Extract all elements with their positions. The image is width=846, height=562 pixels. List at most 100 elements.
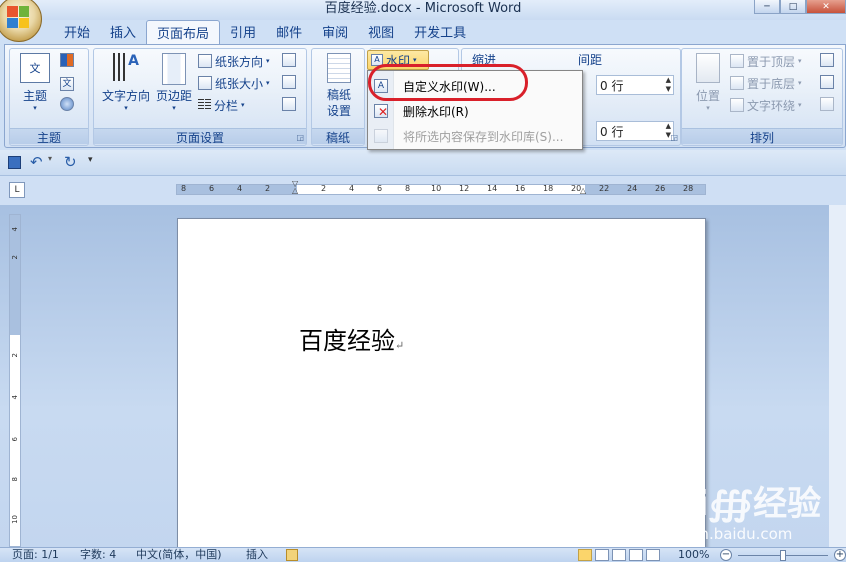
orientation-label: 纸张方向 [215, 54, 264, 69]
maximize-button[interactable]: □ [780, 0, 806, 14]
macro-record-icon[interactable] [286, 549, 298, 561]
arrange-group: 位置 ▾ 置于顶层 ▾ 置于底层 ▾ 文字环绕 ▾ 排列 [681, 48, 843, 146]
margins-label: 页边距 [155, 89, 192, 103]
draft-settings-label-2: 设置 [326, 104, 351, 118]
ruler-tick: 10 [431, 184, 442, 193]
horizontal-ruler[interactable]: 8 6 4 2 2 4 6 8 10 12 14 16 18 20 22 24 … [176, 184, 706, 195]
theme-effects-button[interactable] [60, 97, 74, 114]
undo-icon[interactable]: ↶ [30, 153, 43, 171]
ruler-tick: 18 [543, 184, 554, 193]
vertical-ruler[interactable]: 4 2 2 4 6 8 10 [9, 214, 21, 547]
tab-page-layout[interactable]: 页面布局 [146, 20, 221, 44]
tab-references[interactable]: 引用 [220, 20, 266, 44]
send-to-back-icon [730, 76, 744, 90]
title-bar: 百度经验.docx - Microsoft Word ─ □ ✕ [0, 0, 846, 20]
office-button[interactable] [0, 0, 42, 42]
breaks-icon[interactable] [282, 53, 296, 67]
draft-settings-button[interactable]: 稿纸 设置 [320, 53, 358, 119]
save-to-watermark-gallery-item[interactable]: 将所选内容保存到水印库(S)... [370, 124, 580, 148]
theme-group: 文 主题 ▾ 文 主题 [9, 48, 89, 146]
close-button[interactable]: ✕ [806, 0, 846, 14]
text-wrapping-button[interactable]: 文字环绕 ▾ [730, 95, 802, 115]
themes-button[interactable]: 文 主题 ▾ [18, 53, 52, 113]
page-setup-launcher-icon[interactable]: ◲ [296, 133, 304, 142]
ruler-tick: 4 [11, 395, 19, 400]
columns-label: 分栏 [214, 98, 239, 113]
ruler-tick: 4 [237, 184, 243, 193]
orientation-button[interactable]: 纸张方向 ▾ [198, 51, 270, 71]
baidu-logo: Bai∰经验 [648, 484, 822, 524]
text-wrapping-label: 文字环绕 [747, 98, 796, 113]
insert-mode[interactable]: 插入 [246, 548, 268, 562]
columns-icon [198, 99, 211, 111]
ruler-tick: 24 [627, 184, 638, 193]
baidu-jingyan-watermark: Bai∰经验 jingyan.baidu.com [648, 476, 838, 546]
zoom-in-icon[interactable]: + [834, 549, 846, 561]
tab-insert[interactable]: 插入 [100, 20, 146, 44]
themes-label: 主题 [22, 89, 47, 103]
right-indent-marker-icon[interactable]: △ [580, 186, 586, 195]
margins-icon [162, 53, 186, 85]
word-count[interactable]: 字数: 4 [80, 548, 116, 562]
paragraph-launcher-icon[interactable]: ◲ [670, 133, 678, 142]
columns-button[interactable]: 分栏 ▾ [198, 95, 245, 115]
document-body-text[interactable]: 百度经验↵ [299, 321, 404, 356]
rotate-icon[interactable] [820, 97, 834, 111]
align-icon[interactable] [820, 53, 834, 67]
spinner-arrows-icon[interactable]: ▲ ▼ [666, 76, 671, 94]
draft-icon[interactable] [646, 549, 660, 561]
language-indicator[interactable]: 中文(简体，中国) [136, 548, 222, 562]
send-to-back-button[interactable]: 置于底层 ▾ [730, 73, 802, 93]
undo-dropdown-icon[interactable]: ▾ [48, 154, 52, 163]
ruler-tick: 28 [683, 184, 694, 193]
tab-selector-button[interactable]: L [9, 182, 25, 198]
draft-paper-icon [327, 53, 351, 83]
line-numbers-icon[interactable] [282, 75, 296, 89]
position-button[interactable]: 位置 ▾ [690, 53, 726, 112]
outline-icon[interactable] [629, 549, 643, 561]
spacing-after-value: 0 行 [600, 124, 624, 139]
hyphenation-icon[interactable] [282, 97, 296, 111]
size-button[interactable]: 纸张大小 ▾ [198, 73, 270, 93]
spacing-before-input[interactable]: 0 行 ▲ ▼ [596, 75, 674, 95]
tab-home[interactable]: 开始 [54, 20, 100, 44]
draft-paper-group: 稿纸 设置 稿纸 [311, 48, 365, 146]
ruler-tick: 12 [459, 184, 470, 193]
draft-settings-label-1: 稿纸 [326, 88, 351, 102]
spacing-after-input[interactable]: 0 行 ▲ ▼ [596, 121, 674, 141]
view-buttons [578, 549, 660, 561]
ruler-tick: 2 [321, 184, 327, 193]
customize-qat-icon[interactable]: ▾ [88, 155, 93, 165]
ruler-tick: 10 [11, 515, 19, 524]
indent-marker-icon[interactable]: ▽ △ [292, 180, 298, 195]
save-to-watermark-gallery-label: 将所选内容保存到水印库(S)... [403, 129, 564, 144]
zoom-out-icon[interactable]: − [720, 549, 732, 561]
theme-colors-button[interactable] [60, 53, 74, 70]
zoom-level[interactable]: 100% [678, 548, 709, 562]
text-direction-button[interactable]: A 文字方向 ▾ [98, 53, 154, 112]
tab-review[interactable]: 审阅 [312, 20, 358, 44]
group-icon[interactable] [820, 75, 834, 89]
save-icon[interactable] [8, 156, 21, 169]
page-count[interactable]: 页面: 1/1 [12, 548, 59, 562]
tab-developer[interactable]: 开发工具 [404, 20, 476, 44]
theme-effects-icon [60, 97, 74, 111]
minimize-button[interactable]: ─ [754, 0, 780, 14]
size-label: 纸张大小 [215, 76, 264, 91]
document-page[interactable]: 百度经验↵ [177, 218, 706, 558]
text-direction-label: 文字方向 [101, 89, 150, 103]
remove-watermark-item[interactable]: ✕ 删除水印(R) [370, 99, 580, 123]
full-screen-reading-icon[interactable] [595, 549, 609, 561]
tab-view[interactable]: 视图 [358, 20, 404, 44]
zoom-slider-thumb[interactable] [780, 550, 786, 561]
margins-button[interactable]: 页边距 ▾ [154, 53, 194, 112]
web-layout-icon[interactable] [612, 549, 626, 561]
bring-to-front-button[interactable]: 置于顶层 ▾ [730, 51, 802, 71]
tab-mailings[interactable]: 邮件 [266, 20, 312, 44]
text-direction-icon: A [111, 53, 141, 83]
print-layout-icon[interactable] [578, 549, 592, 561]
window-controls: ─ □ ✕ [754, 0, 846, 14]
remove-watermark-icon: ✕ [374, 104, 388, 119]
theme-fonts-button[interactable]: 文 [60, 75, 74, 91]
redo-icon[interactable]: ↻ [64, 153, 77, 171]
